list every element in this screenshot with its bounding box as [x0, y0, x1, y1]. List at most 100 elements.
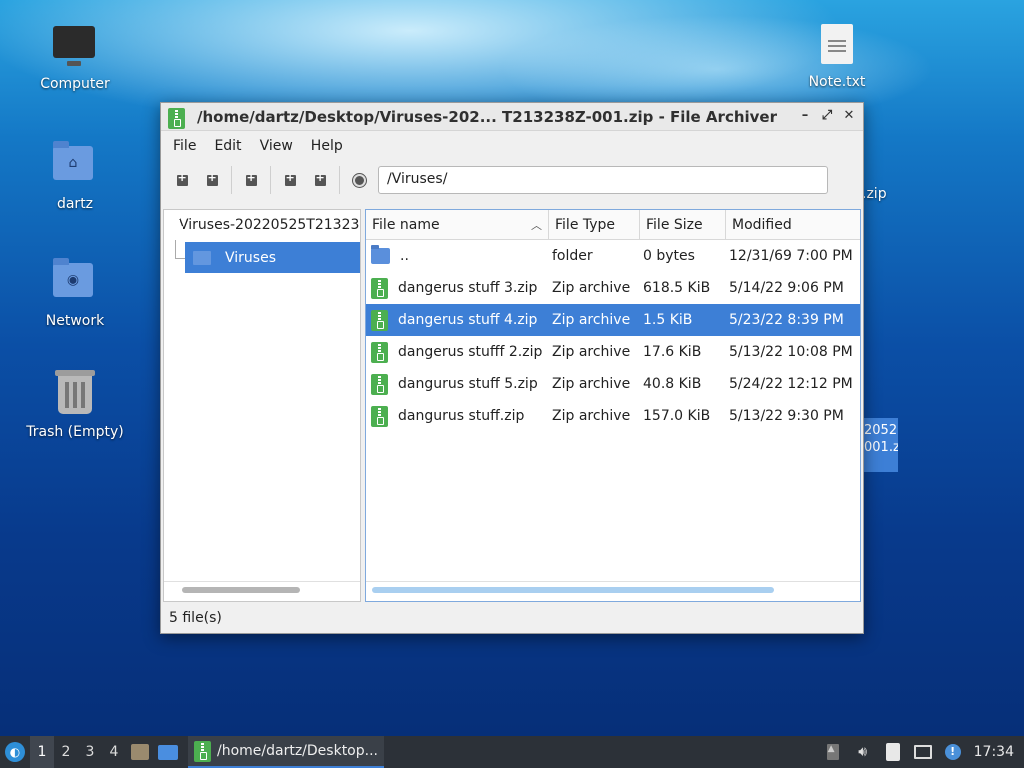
file-modified: 12/31/69 7:00 PM [729, 248, 853, 264]
file-type: Zip archive [552, 344, 631, 360]
update-notification-icon: ! [944, 744, 961, 760]
toolbar-separator [270, 166, 271, 194]
minimize-button[interactable]: – [797, 107, 813, 125]
network-icon [913, 745, 932, 759]
file-modified: 5/13/22 9:30 PM [729, 408, 844, 424]
workspace-3[interactable]: 3 [78, 736, 102, 768]
home-folder-icon: ⌂ [53, 141, 97, 190]
toolbar: /Viruses/ [161, 161, 863, 199]
file-manager-icon [131, 744, 149, 760]
table-row[interactable]: .. folder 0 bytes 12/31/69 7:00 PM [366, 240, 860, 272]
menu-help[interactable]: Help [302, 138, 352, 154]
quicklaunch-show-desktop[interactable] [154, 736, 182, 768]
extract-button[interactable] [236, 165, 266, 195]
file-name: .. [400, 248, 409, 264]
open-archive-icon [206, 171, 218, 186]
zip-icon [371, 309, 388, 331]
toolbar-separator [339, 166, 340, 194]
lxqt-logo-icon: ◐ [5, 742, 25, 762]
desktop-icon-label: Network [45, 313, 105, 329]
table-row[interactable]: dangurus stuff 5.zip Zip archive 40.8 Ki… [366, 368, 860, 400]
file-list-scrollbar-thumb[interactable] [372, 587, 774, 593]
desktop-icon-note[interactable]: Note.txt [782, 22, 892, 90]
tree-item-viruses[interactable]: Viruses [185, 242, 360, 273]
tray-expand-button[interactable] [818, 736, 848, 768]
clipboard-button[interactable] [878, 736, 908, 768]
menu-view[interactable]: View [251, 138, 302, 154]
file-list-header: File name ︿ File Type File Size Modified [366, 210, 860, 240]
tree-connector [175, 240, 176, 258]
add-file-button[interactable] [275, 165, 305, 195]
file-list: File name ︿ File Type File Size Modified… [365, 209, 861, 602]
desktop-icon-selected-partial[interactable]: 2052 001.z [862, 418, 898, 472]
desktop-icon-trash[interactable]: Trash (Empty) [20, 370, 130, 440]
menu-file[interactable]: File [164, 138, 205, 154]
tree-root-item[interactable]: Viruses-20220525T213238Z-001.zip [164, 210, 360, 240]
workspace-1[interactable]: 1 [30, 736, 54, 768]
zip-icon [371, 277, 388, 299]
column-header-type[interactable]: File Type [549, 210, 640, 240]
close-button[interactable]: ✕ [841, 107, 857, 125]
table-row-selected[interactable]: dangerus stuff 4.zip Zip archive 1.5 KiB… [366, 304, 860, 336]
taskbar-window-title: /home/dartz/Desktop... [217, 743, 378, 759]
table-row[interactable]: dangurus stuff.zip Zip archive 157.0 KiB… [366, 400, 860, 432]
menubar: File Edit View Help [161, 131, 863, 161]
file-type: Zip archive [552, 376, 631, 392]
file-size: 157.0 KiB [643, 408, 711, 424]
column-header-size[interactable]: File Size [640, 210, 726, 240]
updates-button[interactable]: ! [938, 736, 968, 768]
tree-scrollbar-thumb[interactable] [182, 587, 300, 593]
workspace-2[interactable]: 2 [54, 736, 78, 768]
zip-icon [194, 740, 211, 762]
column-header-name[interactable]: File name ︿ [366, 210, 549, 240]
start-menu-button[interactable]: ◐ [0, 736, 30, 768]
folder-icon [371, 245, 390, 264]
file-size: 0 bytes [643, 248, 695, 264]
desktop-icon-computer[interactable]: Computer [20, 22, 130, 92]
desktop-icon-network[interactable]: ◉ Network [20, 257, 130, 329]
text-file-icon [815, 24, 859, 68]
column-header-label: File Size [646, 217, 703, 233]
location-field[interactable]: /Viruses/ [378, 166, 828, 194]
file-list-scrollbar-track[interactable] [366, 581, 860, 601]
file-type: Zip archive [552, 280, 631, 296]
show-desktop-icon [158, 744, 178, 760]
workspace-4[interactable]: 4 [102, 736, 126, 768]
taskbar-window-button[interactable]: /home/dartz/Desktop... [188, 736, 384, 768]
desktop-icon-home[interactable]: ⌂ dartz [20, 140, 130, 212]
table-row[interactable]: dangerus stuff 3.zip Zip archive 618.5 K… [366, 272, 860, 304]
toolbar-separator [231, 166, 232, 194]
network-button[interactable] [908, 736, 938, 768]
tree-scrollbar-track[interactable] [164, 581, 360, 601]
quicklaunch-file-manager[interactable] [126, 736, 154, 768]
file-type: Zip archive [552, 408, 631, 424]
file-type: folder [552, 248, 593, 264]
sort-ascending-icon: ︿ [531, 219, 542, 232]
window-titlebar[interactable]: /home/dartz/Desktop/Viruses-202... T2132… [161, 103, 863, 131]
file-modified: 5/13/22 10:08 PM [729, 344, 853, 360]
file-name: dangerus stufff 2.zip [398, 344, 543, 360]
menu-edit[interactable]: Edit [205, 138, 250, 154]
clock[interactable]: 17:34 [968, 744, 1024, 760]
volume-button[interactable]: 🔊︎ [848, 736, 878, 768]
table-row[interactable]: dangerus stufff 2.zip Zip archive 17.6 K… [366, 336, 860, 368]
stop-icon [352, 173, 366, 187]
extract-icon [245, 171, 257, 186]
file-size: 40.8 KiB [643, 376, 702, 392]
maximize-button[interactable]: ⤢ [819, 107, 835, 125]
stop-button[interactable] [344, 165, 374, 195]
volume-icon: 🔊︎ [858, 744, 868, 760]
file-modified: 5/24/22 12:12 PM [729, 376, 853, 392]
file-name: dangurus stuff.zip [398, 408, 525, 424]
file-modified: 5/23/22 8:39 PM [729, 312, 844, 328]
window-title: /home/dartz/Desktop/Viruses-202... T2132… [196, 107, 778, 126]
trash-icon [53, 370, 97, 418]
new-archive-button[interactable] [167, 165, 197, 195]
file-modified: 5/14/22 9:06 PM [729, 280, 844, 296]
desktop-icon-partial-label-line1: 2052 [864, 423, 898, 438]
desktop-icon-zip-partial-label[interactable]: .zip [862, 186, 887, 202]
open-archive-button[interactable] [197, 165, 227, 195]
column-header-modified[interactable]: Modified [726, 210, 860, 240]
add-folder-button[interactable] [305, 165, 335, 195]
tray-expand-icon [826, 744, 839, 760]
